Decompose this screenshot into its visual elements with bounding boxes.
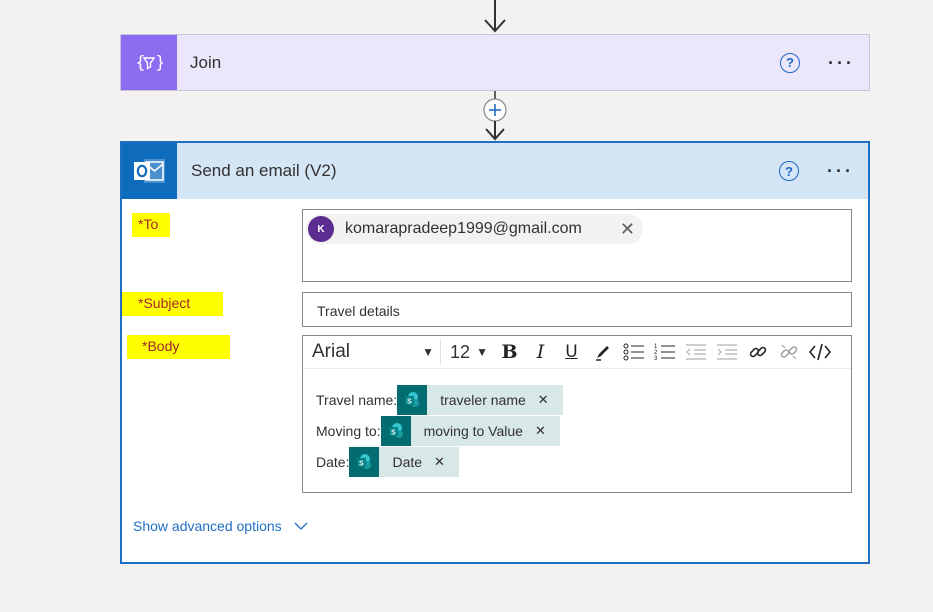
add-step-connector[interactable] bbox=[480, 91, 510, 141]
token-label: moving to Value bbox=[423, 422, 523, 439]
email-card-header[interactable]: Send an email (V2) ? ··· bbox=[122, 143, 868, 199]
body-line-label: Date: bbox=[316, 453, 350, 470]
svg-text:S: S bbox=[407, 398, 412, 405]
highlight-pen-icon[interactable] bbox=[587, 339, 618, 365]
to-label-text: To bbox=[143, 216, 159, 232]
token-label: Date bbox=[392, 453, 423, 470]
body-line: Travel name: S traveler name ✕ bbox=[316, 384, 851, 415]
dynamic-content-token[interactable]: S moving to Value ✕ bbox=[380, 415, 560, 446]
help-icon[interactable]: ? bbox=[779, 161, 800, 181]
chevron-down-icon: ▼ bbox=[422, 345, 434, 359]
recipient-chip[interactable]: K komarapradeep1999@gmail.com ✕ bbox=[306, 214, 643, 244]
italic-button[interactable]: I bbox=[525, 339, 556, 365]
join-expression-icon: { } bbox=[121, 35, 177, 90]
subject-label: *Subject bbox=[122, 292, 223, 316]
underline-button[interactable]: U bbox=[556, 339, 587, 365]
remove-token-icon[interactable]: ✕ bbox=[535, 423, 546, 439]
outlook-icon bbox=[122, 143, 177, 199]
remove-token-icon[interactable]: ✕ bbox=[434, 454, 445, 470]
body-editor[interactable]: Arial ▼ 12 ▼ B I U 123 Travel name: S tr… bbox=[302, 335, 852, 493]
dynamic-content-token[interactable]: S Date ✕ bbox=[349, 446, 459, 477]
remove-token-icon[interactable]: ✕ bbox=[538, 392, 549, 408]
svg-text:S: S bbox=[359, 460, 364, 467]
unlink-icon[interactable] bbox=[773, 339, 804, 365]
help-icon[interactable]: ? bbox=[780, 52, 801, 73]
sharepoint-icon: S bbox=[380, 415, 411, 446]
numbered-list-icon[interactable]: 123 bbox=[649, 339, 680, 365]
remove-recipient-icon[interactable]: ✕ bbox=[620, 219, 635, 240]
body-label: *Body bbox=[127, 335, 230, 359]
sharepoint-icon: S bbox=[397, 384, 428, 415]
font-size-value: 12 bbox=[450, 341, 471, 362]
body-content[interactable]: Travel name: S traveler name ✕ Moving to… bbox=[303, 369, 851, 477]
body-line-label: Moving to: bbox=[316, 422, 381, 439]
body-line: Date: S Date ✕ bbox=[316, 446, 851, 477]
font-family-value: Arial bbox=[312, 341, 351, 362]
decrease-indent-icon[interactable] bbox=[680, 339, 711, 365]
to-field[interactable]: K komarapradeep1999@gmail.com ✕ bbox=[302, 209, 852, 282]
svg-text:{: { bbox=[135, 53, 146, 73]
svg-text:3: 3 bbox=[654, 356, 658, 362]
rich-text-toolbar: Arial ▼ 12 ▼ B I U 123 bbox=[303, 336, 851, 369]
font-family-dropdown[interactable]: Arial ▼ bbox=[305, 339, 441, 365]
body-line: Moving to: S moving to Value ✕ bbox=[316, 415, 851, 446]
font-size-dropdown[interactable]: 12 ▼ bbox=[441, 342, 494, 363]
link-icon[interactable] bbox=[742, 339, 773, 365]
token-label: traveler name bbox=[440, 391, 526, 408]
sharepoint-icon: S bbox=[349, 446, 380, 477]
join-title: Join bbox=[190, 52, 222, 72]
to-label: *To bbox=[132, 213, 170, 237]
svg-text:S: S bbox=[391, 429, 396, 436]
join-action-card[interactable]: { } Join ? ··· bbox=[120, 34, 870, 91]
send-email-action-card: Send an email (V2) ? ··· *To K komarapra… bbox=[120, 141, 870, 564]
email-action-title: Send an email (V2) bbox=[191, 161, 337, 180]
flow-arrow-down-icon bbox=[484, 0, 506, 33]
recipient-address: komarapradeep1999@gmail.com bbox=[345, 220, 582, 237]
chevron-down-icon bbox=[294, 522, 308, 530]
subject-label-text: Subject bbox=[143, 295, 191, 311]
svg-text:}: } bbox=[155, 53, 163, 73]
increase-indent-icon[interactable] bbox=[711, 339, 742, 365]
body-label-text: Body bbox=[147, 338, 180, 354]
show-advanced-options-link[interactable]: Show advanced options bbox=[133, 518, 308, 534]
chevron-down-icon: ▼ bbox=[476, 345, 488, 359]
advanced-options-label: Show advanced options bbox=[133, 518, 282, 534]
avatar: K bbox=[308, 216, 334, 242]
body-line-label: Travel name: bbox=[316, 391, 398, 408]
code-view-icon[interactable] bbox=[804, 339, 835, 365]
bullet-list-icon[interactable] bbox=[618, 339, 649, 365]
more-options-icon[interactable]: ··· bbox=[827, 162, 854, 180]
dynamic-content-token[interactable]: S traveler name ✕ bbox=[397, 384, 563, 415]
more-options-icon[interactable]: ··· bbox=[828, 54, 855, 72]
subject-input[interactable]: Travel details bbox=[302, 292, 852, 327]
bold-button[interactable]: B bbox=[494, 339, 525, 365]
